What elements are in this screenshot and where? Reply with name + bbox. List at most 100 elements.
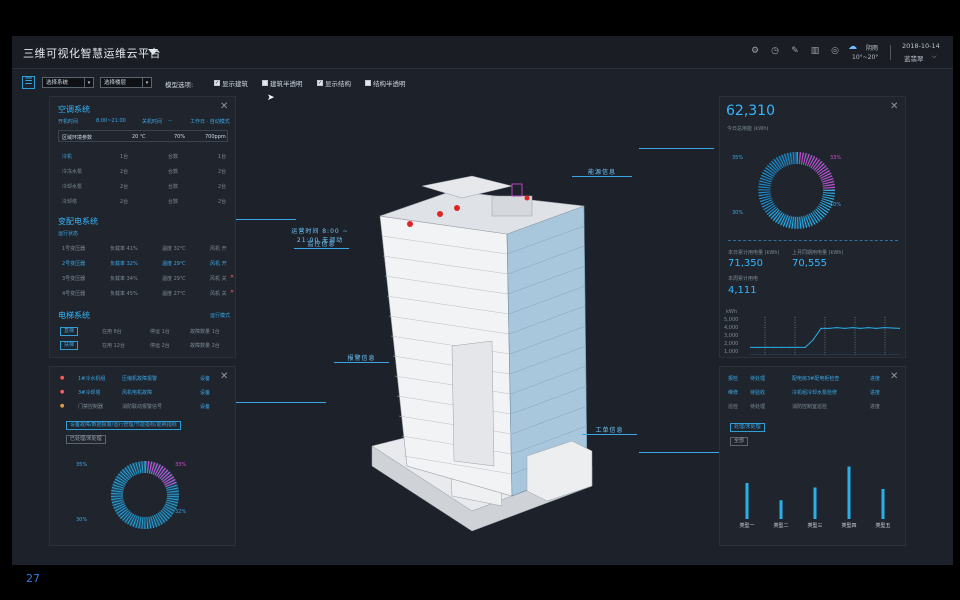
- elevator-stopped: 停运 1台: [150, 329, 170, 335]
- callout-monitor[interactable]: 监控信息: [294, 239, 349, 249]
- clock-icon[interactable]: ◷: [770, 46, 780, 56]
- y-tick-label: 4,000: [724, 325, 739, 331]
- system-select[interactable]: 选择系统 ▾: [42, 77, 94, 88]
- ac-sub-label: 关机时间: [142, 119, 163, 125]
- elevator-system-title: 电梯系统: [58, 311, 90, 320]
- y-tick-label: 3,000: [724, 333, 739, 339]
- callout-workorder[interactable]: 工单信息: [582, 425, 637, 435]
- data-point: [757, 346, 759, 348]
- callout-energy[interactable]: 能源信息: [572, 167, 632, 177]
- check-building-transparent[interactable]: 建筑半透明: [262, 78, 303, 88]
- wo-progress[interactable]: 进度: [870, 375, 880, 382]
- elevator-faults: 故障数量 1台: [190, 329, 220, 335]
- transformer-load: 负载率 45%: [110, 291, 138, 297]
- ac-row-value: 2台: [218, 184, 227, 190]
- transformer-temp: 温度 32℃: [162, 246, 186, 252]
- callout-alarm[interactable]: 报警信息: [334, 353, 389, 363]
- transformer-load: 负载率 41%: [110, 246, 138, 252]
- close-icon[interactable]: ✕: [220, 371, 228, 382]
- toolbar-icons: ⚙ ◷ ✎ ▥ ◎: [750, 46, 840, 56]
- menu-icon[interactable]: ☰: [22, 76, 35, 89]
- floor-select[interactable]: 选择楼层 ▾: [100, 77, 152, 88]
- power-sub: 运行状态: [58, 231, 79, 237]
- callout-line: [236, 219, 296, 220]
- bar: [779, 500, 783, 519]
- check-structure-transparent[interactable]: 结构半透明: [365, 78, 406, 88]
- alarm-device: 3#冷却塔: [78, 390, 101, 396]
- bar: [847, 466, 851, 519]
- wo-all-button[interactable]: 全部: [730, 437, 749, 446]
- escalator-type-button[interactable]: 扶梯: [60, 341, 79, 350]
- stat-label: 本周累计用电: [728, 276, 759, 282]
- alarm-type[interactable]: 设备: [200, 375, 210, 382]
- alarm-type[interactable]: 设备: [200, 403, 210, 410]
- ac-row-value: 2台: [218, 169, 227, 175]
- checkbox[interactable]: ✓: [317, 80, 323, 86]
- building-3d-model[interactable]: [352, 136, 602, 565]
- alarm-filter-button[interactable]: 设备故障/数据报警/运行管理/节能指标/能耗指标: [66, 421, 181, 430]
- donut-label: 30%: [76, 517, 88, 523]
- donut-label: 30%: [732, 210, 744, 216]
- alarm-dot-icon: ●: [60, 389, 65, 395]
- wo-status: 待处理: [750, 376, 766, 382]
- transformer-fan: 风机 开: [210, 246, 227, 252]
- data-point: [852, 327, 854, 329]
- bar-category-label: 类型三: [807, 523, 823, 529]
- page-number: 27: [26, 572, 40, 585]
- wo-type: 巡检: [728, 404, 739, 410]
- wo-status-button[interactable]: 处理/未处理: [730, 423, 765, 432]
- alarm-status-button[interactable]: 已处理/未处理: [66, 435, 106, 444]
- weather-temp: 10°~20°: [852, 54, 879, 61]
- ac-row-label: 冷却塔: [62, 199, 78, 205]
- chevron-down-icon: ▾: [84, 78, 93, 87]
- system-select-value: 选择系统: [46, 80, 69, 86]
- power-system-title: 变配电系统: [58, 217, 98, 226]
- check-show-building[interactable]: ✓ 显示建筑: [214, 78, 248, 88]
- alarm-x-icon: ✕: [230, 274, 235, 280]
- check-show-structure[interactable]: ✓ 显示结构: [317, 78, 351, 88]
- user-name[interactable]: 蓝翡翠: [904, 53, 924, 63]
- close-icon[interactable]: ✕: [220, 101, 228, 112]
- title-dropdown-icon[interactable]: [148, 49, 158, 55]
- data-point: [867, 327, 870, 329]
- ac-row-label: 台数: [168, 199, 179, 205]
- checkbox-label: 结构半透明: [373, 80, 406, 88]
- alarm-desc: 消防联动报警信号: [122, 404, 163, 410]
- donut-label: 10%: [830, 202, 842, 208]
- top-bar: 三维可视化智慧运维云平台 ⚙ ◷ ✎ ▥ ◎ ☁ 阴雨 10°~20° 2018…: [12, 36, 953, 69]
- data-point: [765, 346, 767, 348]
- alarm-dot-icon: ●: [60, 375, 65, 381]
- wo-progress[interactable]: 进度: [870, 389, 880, 396]
- env-co2: 700ppm: [205, 134, 226, 140]
- checkbox[interactable]: [262, 80, 268, 86]
- elevator-in-use: 在用 12台: [102, 343, 125, 349]
- elevator-faults: 故障数量 2台: [190, 343, 220, 349]
- stat-label: 本日累计用电量 (kWh): [728, 250, 780, 256]
- alarm-type[interactable]: 设备: [200, 389, 210, 396]
- close-icon[interactable]: ✕: [890, 371, 898, 382]
- app-title: 三维可视化智慧运维云平台: [23, 47, 161, 60]
- transformer-load: 负载率 34%: [110, 276, 138, 282]
- checkbox-label: 显示建筑: [222, 80, 248, 88]
- data-point: [820, 327, 822, 329]
- wo-progress[interactable]: 进度: [870, 403, 880, 410]
- settings-icon[interactable]: ⚙: [750, 46, 760, 56]
- bar: [813, 487, 817, 519]
- donut-label: 32%: [175, 509, 187, 515]
- ac-row-value: 1台: [120, 154, 129, 160]
- ac-row-value: 1台: [218, 154, 227, 160]
- close-icon[interactable]: ✕: [890, 101, 898, 112]
- chart-icon[interactable]: ▥: [810, 46, 820, 56]
- bar-category-label: 类型五: [875, 523, 891, 529]
- env-humidity: 70%: [174, 134, 186, 140]
- chevron-down-icon[interactable]: ⌵: [932, 53, 937, 61]
- target-icon[interactable]: ◎: [830, 46, 840, 56]
- wrench-icon[interactable]: ✎: [790, 46, 800, 56]
- alarm-desc: 压缩机故障报警: [122, 376, 158, 382]
- date-text: 2018-10-14: [902, 42, 940, 50]
- checkbox[interactable]: ✓: [214, 80, 220, 86]
- checkbox[interactable]: [365, 80, 371, 86]
- weather-condition: 阴雨: [866, 45, 879, 52]
- elevator-type-button[interactable]: 直梯: [60, 327, 79, 336]
- app-screen: 三维可视化智慧运维云平台 ⚙ ◷ ✎ ▥ ◎ ☁ 阴雨 10°~20° 2018…: [12, 36, 953, 565]
